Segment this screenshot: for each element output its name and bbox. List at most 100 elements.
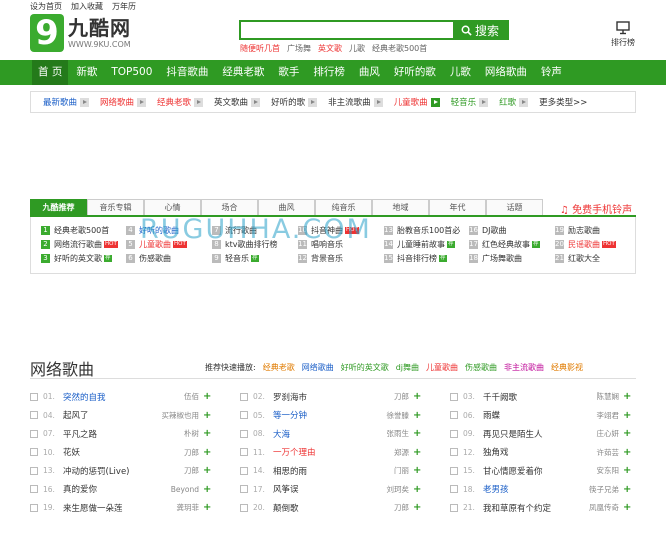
play-arrow-icon[interactable]: [137, 97, 147, 107]
play-arrow-icon[interactable]: [430, 97, 440, 107]
play-arrow-icon[interactable]: [251, 97, 261, 107]
hot-word[interactable]: 经典老歌500首: [372, 43, 427, 54]
hot-word[interactable]: 广场舞: [287, 43, 311, 54]
play-arrow-icon[interactable]: [308, 97, 318, 107]
add-icon[interactable]: +: [413, 410, 421, 421]
add-icon[interactable]: +: [623, 428, 631, 439]
song-checkbox[interactable]: [450, 429, 458, 438]
song-artist[interactable]: 凤凰传奇: [589, 502, 619, 513]
tab-8[interactable]: 年代: [429, 199, 486, 215]
subnav-item[interactable]: 好听的歌: [271, 96, 318, 108]
free-ringtone-link[interactable]: ♫ 免费手机铃声: [560, 201, 632, 216]
play-arrow-icon[interactable]: [519, 97, 529, 107]
quick-play-link[interactable]: 网络歌曲: [302, 362, 334, 373]
add-icon[interactable]: +: [623, 502, 631, 513]
quick-play-link[interactable]: 经典影视: [551, 362, 583, 373]
song-artist[interactable]: 安东阳: [597, 465, 620, 476]
song-artist[interactable]: 郑源: [394, 447, 409, 458]
song-checkbox[interactable]: [450, 392, 458, 401]
subnav-item[interactable]: 儿童歌曲: [394, 96, 440, 108]
song-checkbox[interactable]: [240, 392, 248, 401]
add-icon[interactable]: +: [203, 465, 211, 476]
song-checkbox[interactable]: [30, 466, 38, 475]
nav-item[interactable]: 抖音歌曲: [160, 60, 214, 85]
add-icon[interactable]: +: [413, 465, 421, 476]
nav-item[interactable]: 曲风: [353, 60, 386, 85]
tag-link[interactable]: 6 伤感歌曲: [126, 253, 171, 264]
quick-play-link[interactable]: 经典老歌: [263, 362, 295, 373]
song-artist[interactable]: 刀郎: [394, 391, 409, 402]
tag-link[interactable]: 9 轻音乐荐: [212, 253, 259, 264]
song-title[interactable]: 一万个理由: [273, 446, 394, 458]
nav-item[interactable]: 好听的歌: [388, 60, 442, 85]
song-checkbox[interactable]: [450, 485, 458, 493]
nav-item[interactable]: 儿歌: [444, 60, 477, 85]
song-checkbox[interactable]: [30, 485, 38, 493]
song-checkbox[interactable]: [450, 448, 458, 456]
tag-link[interactable]: 1 经典老歌500首: [41, 225, 109, 236]
add-icon[interactable]: +: [203, 447, 211, 458]
quick-play-link[interactable]: 好听的英文歌: [341, 362, 389, 373]
nav-item[interactable]: 首 页: [32, 60, 69, 85]
play-arrow-icon[interactable]: [80, 97, 90, 107]
quick-play-link[interactable]: 非主流歌曲: [504, 362, 544, 373]
song-title[interactable]: 等一分钟: [273, 409, 387, 421]
song-title[interactable]: 花妖: [63, 446, 184, 458]
add-icon[interactable]: +: [623, 391, 631, 402]
tag-link[interactable]: 20 民谣歌曲 HOT: [555, 239, 616, 250]
play-arrow-icon[interactable]: [194, 97, 204, 107]
song-checkbox[interactable]: [450, 503, 458, 512]
tab-1[interactable]: 九酷推荐: [30, 199, 87, 215]
song-checkbox[interactable]: [240, 448, 248, 456]
song-artist[interactable]: 刀郎: [184, 465, 199, 476]
tab-3[interactable]: 心情: [144, 199, 201, 215]
song-title[interactable]: 独角戏: [483, 446, 597, 458]
tab-9[interactable]: 话题: [486, 199, 543, 215]
song-artist[interactable]: 门丽: [394, 465, 409, 476]
nav-item[interactable]: TOP500: [105, 60, 158, 85]
add-icon[interactable]: +: [413, 428, 421, 439]
song-checkbox[interactable]: [240, 466, 248, 475]
song-artist[interactable]: 陈慧娴: [597, 391, 620, 402]
tag-link[interactable]: 3 好听的英文歌荐: [41, 253, 112, 264]
song-artist[interactable]: 庄心妍: [597, 428, 620, 439]
add-icon[interactable]: +: [203, 484, 211, 495]
site-logo[interactable]: 9 九酷网 WWW.9KU.COM: [30, 14, 131, 52]
song-title[interactable]: 再见只是陌生人: [483, 428, 597, 440]
song-title[interactable]: 起风了: [63, 409, 162, 421]
song-title[interactable]: 我和草原有个约定: [483, 502, 589, 514]
song-artist[interactable]: 伍佰: [184, 391, 199, 402]
quick-play-link[interactable]: 儿童歌曲: [426, 362, 458, 373]
add-icon[interactable]: +: [203, 502, 211, 513]
song-artist[interactable]: 徐誉滕: [387, 410, 410, 421]
song-artist[interactable]: 刀郎: [184, 447, 199, 458]
song-artist[interactable]: 许茹芸: [597, 447, 620, 458]
song-artist[interactable]: 朴树: [184, 428, 199, 439]
song-title[interactable]: 千千阙歌: [483, 391, 597, 403]
song-artist[interactable]: 刘珂矣: [387, 484, 410, 495]
song-artist[interactable]: 龚玥菲: [177, 502, 200, 513]
song-title[interactable]: 甘心情愿爱着你: [483, 465, 597, 477]
tab-2[interactable]: 音乐专辑: [87, 199, 144, 215]
tag-link[interactable]: 15 抖音排行榜荐: [384, 253, 447, 264]
nav-item[interactable]: 网络歌曲: [479, 60, 533, 85]
tag-link[interactable]: 2 网络流行歌曲 HOT: [41, 239, 118, 250]
song-title[interactable]: 老男孩: [483, 483, 589, 495]
tag-link[interactable]: 13 胎教音乐100首必: [384, 225, 460, 236]
tag-link[interactable]: 17 红色经典故事荐: [469, 239, 540, 250]
song-title[interactable]: 大海: [273, 428, 387, 440]
add-icon[interactable]: +: [203, 410, 211, 421]
song-title[interactable]: 突然的自我: [63, 391, 184, 403]
play-arrow-icon[interactable]: [373, 97, 383, 107]
song-artist[interactable]: 李翊君: [597, 410, 620, 421]
play-arrow-icon[interactable]: [479, 97, 489, 107]
subnav-item[interactable]: 最新歌曲: [43, 96, 90, 108]
song-checkbox[interactable]: [450, 411, 458, 419]
song-title[interactable]: 真的爱你: [63, 483, 171, 495]
hot-word[interactable]: 随便听几首: [240, 43, 280, 54]
add-icon[interactable]: +: [413, 484, 421, 495]
add-icon[interactable]: +: [203, 428, 211, 439]
song-checkbox[interactable]: [30, 392, 38, 401]
tag-link[interactable]: 18 广场舞歌曲: [469, 253, 522, 264]
add-icon[interactable]: +: [413, 502, 421, 513]
